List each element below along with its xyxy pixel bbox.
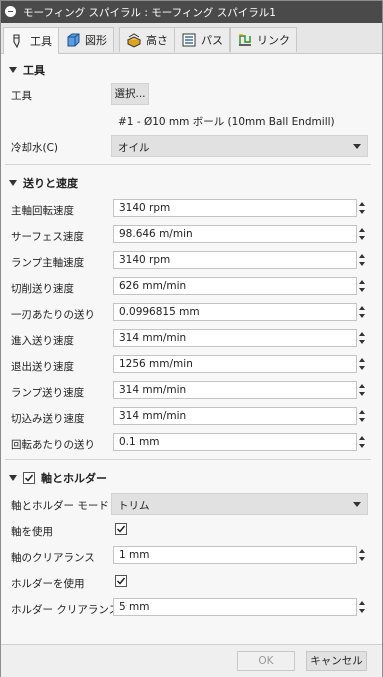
holder-enable-checkbox[interactable] (23, 472, 35, 484)
stepper-icon[interactable] (357, 598, 367, 616)
stepper-icon[interactable] (357, 303, 367, 321)
divider (5, 459, 371, 460)
stepper-icon[interactable] (357, 407, 367, 425)
tab-label: リンク (257, 34, 290, 47)
checkmark-icon (24, 474, 34, 482)
field-label: 進入送り速度 (11, 335, 74, 347)
use-holder-checkbox[interactable] (115, 575, 127, 587)
stepper-icon[interactable] (357, 251, 367, 269)
collapse-triangle-icon (9, 180, 17, 186)
section-title: 軸とホルダー (41, 472, 107, 485)
ramp-feedrate-input[interactable]: 314 mm/min (113, 381, 357, 399)
heights-icon (126, 33, 142, 48)
select-tool-button[interactable]: 選択... (111, 83, 149, 105)
tool-description: #1 - Ø10 mm ボール (10mm Ball Endmill) (118, 116, 335, 128)
cutting-feedrate-input[interactable]: 626 mm/min (113, 277, 357, 295)
collapse-triangle-icon (9, 475, 17, 481)
use-shaft-label: 軸を使用 (11, 526, 53, 538)
tab-label: 図形 (85, 34, 107, 47)
divider (5, 164, 371, 165)
stepper-icon[interactable] (357, 199, 367, 217)
field-label: 主軸回転速度 (11, 205, 74, 217)
ok-button[interactable]: OK (237, 651, 295, 671)
lead-in-feedrate-input[interactable]: 314 mm/min (113, 329, 357, 347)
collapse-icon[interactable] (5, 6, 16, 17)
feed-per-tooth-input[interactable]: 0.0996815 mm (113, 303, 357, 321)
tab-label: パス (201, 34, 223, 47)
coolant-label: 冷却水(C) (11, 142, 59, 154)
field-label: 回転あたりの送り (11, 439, 95, 451)
section-title: 送りと速度 (23, 177, 78, 190)
ramp-spindle-speed-input[interactable]: 3140 rpm (113, 251, 357, 269)
shaft-clearance-input[interactable]: 1 mm (113, 546, 357, 564)
tab-geometry[interactable]: 図形 (58, 27, 114, 52)
stepper-icon[interactable] (357, 433, 367, 451)
holder-section-header[interactable]: 軸とホルダー (9, 470, 107, 486)
field-label: 切込み送り速度 (11, 413, 85, 425)
checkmark-icon (116, 577, 126, 585)
field-label: 切削送り速度 (11, 283, 74, 295)
tab-heights[interactable]: 高さ (119, 27, 175, 52)
use-shaft-checkbox[interactable] (115, 523, 127, 535)
holder-clearance-input[interactable]: 5 mm (113, 598, 357, 616)
cancel-button[interactable]: キャンセル (306, 651, 367, 671)
lead-out-feedrate-input[interactable]: 1256 mm/min (113, 355, 357, 373)
feed-per-revolution-input[interactable]: 0.1 mm (113, 433, 357, 451)
passes-icon (182, 33, 196, 47)
field-label: ランプ主軸速度 (11, 257, 85, 269)
stepper-icon[interactable] (357, 546, 367, 564)
collapse-triangle-icon (9, 67, 17, 73)
use-holder-label: ホルダーを使用 (11, 578, 85, 590)
chevron-down-icon (353, 502, 361, 507)
tab-bar: 工具 図形 高さ パス リンク (1, 23, 382, 54)
holder-mode-label: 軸とホルダー モード (11, 500, 109, 512)
linking-icon (239, 34, 251, 46)
field-label: サーフェス速度 (11, 231, 84, 243)
geometry-icon (67, 33, 80, 47)
dialog-footer: OK キャンセル (1, 644, 382, 677)
tool-section-header[interactable]: 工具 (9, 62, 45, 78)
stepper-icon[interactable] (357, 277, 367, 295)
field-label: 一刃あたりの送り (11, 309, 95, 321)
field-label: 退出送り速度 (11, 361, 74, 373)
stepper-icon[interactable] (357, 329, 367, 347)
spindle-speed-input[interactable]: 3140 rpm (113, 199, 357, 217)
plunge-feedrate-input[interactable]: 314 mm/min (113, 407, 357, 425)
coolant-value: オイル (118, 142, 150, 154)
settings-panel: 工具 工具 選択... #1 - Ø10 mm ボール (10mm Ball E… (1, 54, 382, 644)
section-title: 工具 (23, 64, 45, 77)
tool-icon (13, 34, 20, 49)
title-bar: モーフィング スパイラル : モーフィング スパイラル1 (1, 1, 382, 23)
tab-label: 工具 (30, 35, 52, 48)
shaft-clearance-label: 軸のクリアランス (11, 552, 95, 564)
stepper-icon[interactable] (357, 355, 367, 373)
coolant-dropdown[interactable]: オイル (111, 135, 368, 157)
window-title: モーフィング スパイラル : モーフィング スパイラル1 (23, 7, 276, 19)
field-label: ランプ送り速度 (11, 387, 85, 399)
stepper-icon[interactable] (357, 225, 367, 243)
checkmark-icon (116, 525, 126, 533)
holder-clearance-label: ホルダー クリアランス (11, 604, 120, 616)
surface-speed-input[interactable]: 98.646 m/min (113, 225, 357, 243)
chevron-down-icon (353, 144, 361, 149)
holder-mode-value: トリム (118, 500, 150, 512)
stepper-icon[interactable] (357, 381, 367, 399)
tab-label: 高さ (146, 34, 168, 47)
tab-tool[interactable]: 工具 (3, 27, 59, 54)
tool-label: 工具 (11, 90, 32, 102)
tab-passes[interactable]: パス (174, 27, 230, 52)
feed-section-header[interactable]: 送りと速度 (9, 175, 78, 191)
holder-mode-dropdown[interactable]: トリム (111, 493, 368, 515)
tab-linking[interactable]: リンク (230, 27, 297, 52)
dialog-window: モーフィング スパイラル : モーフィング スパイラル1 工具 図形 高さ パス… (0, 0, 383, 677)
